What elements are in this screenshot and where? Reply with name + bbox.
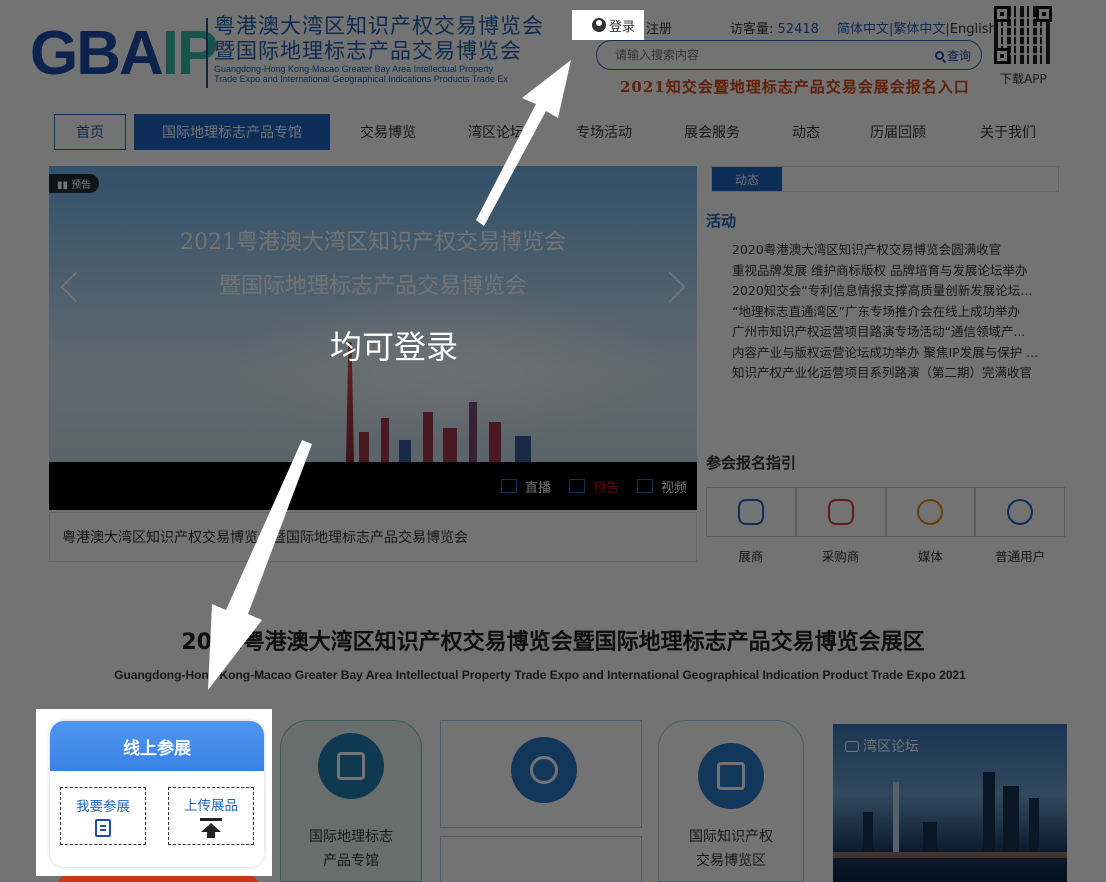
list-item[interactable]: 知识产权产业化运营项目系列路演（第二期）完满收官	[732, 363, 1062, 384]
media-video[interactable]: 视频	[636, 477, 687, 496]
live-icon	[500, 479, 517, 493]
media-live[interactable]: 直播	[500, 477, 551, 496]
media-icon	[917, 499, 944, 525]
patent-card-2[interactable]	[440, 836, 642, 882]
online-exhibit-title: 线上参展	[50, 721, 264, 771]
nav-trade-expo[interactable]: 交易博览	[356, 114, 420, 150]
qr-code-icon	[994, 6, 1052, 64]
upload-icon	[200, 818, 222, 838]
stack-icon	[698, 743, 764, 809]
media-preview[interactable]: 预告	[568, 477, 619, 496]
search-icon	[934, 50, 944, 60]
bay-forum-card[interactable]: 湾区论坛	[833, 724, 1067, 882]
main-nav: 首页 国际地理标志产品专馆 交易博览 湾区论坛 专场活动 展会服务 动态 历届回…	[0, 110, 1106, 154]
nav-past-review[interactable]: 历届回顾	[866, 114, 930, 150]
list-item[interactable]: 2020知交会“专利信息情报支撑高质量创新发展论坛...	[732, 281, 1062, 302]
logo-title-en-line2: Trade Expo and International Geographica…	[214, 74, 508, 84]
online-exhibit-card: 线上参展 我要参展 上传展品	[50, 721, 264, 867]
nav-expo-services[interactable]: 展会服务	[680, 114, 744, 150]
video-icon	[636, 479, 653, 493]
lang-english-link[interactable]: English	[950, 22, 997, 37]
logo-divider	[206, 18, 208, 88]
guide-label-exhibitor[interactable]: 展商	[706, 546, 796, 565]
bag-icon	[827, 499, 854, 525]
ip-trade-card[interactable]: 国际知识产权 交易博览区	[658, 720, 804, 882]
expo-section-subtitle: Guangdong-Hong Kong-Macao Greater Bay Ar…	[114, 668, 966, 682]
online-exhibit-panel: 线上参展 我要参展 上传展品	[36, 709, 272, 876]
search-input[interactable]	[615, 48, 935, 62]
document-icon	[95, 819, 111, 837]
nav-bay-forum[interactable]: 湾区论坛	[464, 114, 528, 150]
list-item[interactable]: “地理标志直通湾区”广东专场推介会在线上成功举办	[732, 302, 1062, 323]
banner-title-line1: 2021粤港澳大湾区知识产权交易博览会	[180, 230, 566, 255]
next-card-peek	[58, 876, 258, 882]
guide-icons	[706, 487, 1065, 537]
logo-title-en-line1: Guangdong-Hong Kong-Macao Greater Bay Ar…	[214, 64, 494, 74]
patent-card[interactable]	[440, 720, 642, 828]
banner-media-bar: 直播 预告 视频	[49, 462, 697, 510]
guide-buyer[interactable]	[795, 487, 886, 537]
list-item[interactable]: 重视品牌发展 维护商标版权 品牌培育与发展论坛举办	[732, 261, 1062, 282]
guide-exhibitor[interactable]	[706, 487, 796, 537]
news-list: 2020粤港澳大湾区知识产权交易博览会圆满收官 重视品牌发展 维护商标版权 品牌…	[732, 240, 1062, 384]
visits-label: 访客量:	[730, 22, 774, 37]
site-logo[interactable]: GBAIP	[30, 16, 218, 92]
expo-signup-link[interactable]: 2021知交会暨地理标志产品交易会展会报名入口	[620, 76, 970, 97]
site-header: GBAIP 粤港澳大湾区知识产权交易博览会 暨国际地理标志产品交易博览会 Gua…	[0, 0, 1106, 108]
list-item[interactable]: 广州市知识产权运营项目路演专场活动“通信领域产...	[732, 322, 1062, 343]
preview-badge: ▮▮ 预告	[49, 174, 100, 193]
news-tabs: 动态	[711, 166, 1059, 192]
skyline-graphic	[319, 372, 579, 462]
gi-pavilion-card[interactable]: 国际地理标志 产品专馆	[280, 720, 422, 882]
forum-tag: 湾区论坛	[845, 736, 919, 756]
users-icon	[1007, 499, 1034, 525]
logo-text: 粤港澳大湾区知识产权交易博览会 暨国际地理标志产品交易博览会 Guangdong…	[214, 14, 554, 84]
expo-section-title: 2021粤港澳大湾区知识产权交易博览会暨国际地理标志产品交易博览会展区	[181, 630, 925, 655]
annotation-text: 均可登录	[330, 328, 459, 366]
lang-simplified-link[interactable]: 简体中文|	[837, 22, 893, 37]
nav-special-events[interactable]: 专场活动	[572, 114, 636, 150]
guide-user[interactable]	[975, 487, 1065, 537]
hero-banner[interactable]: ▮▮ 预告 2021粤港澳大湾区知识产权交易博览会 暨国际地理标志产品交易博览会	[49, 166, 697, 462]
nav-about-us[interactable]: 关于我们	[976, 114, 1040, 150]
nav-news[interactable]: 动态	[788, 114, 824, 150]
search-bar: 查询	[596, 40, 982, 70]
guide-label-media[interactable]: 媒体	[886, 546, 976, 565]
tab-news[interactable]: 动态	[712, 167, 782, 191]
search-button[interactable]: 查询	[934, 47, 971, 64]
visitor-counter: 访客量: 52418 简体中文|繁体中文|English	[730, 18, 997, 37]
chat-icon	[845, 740, 859, 752]
register-link[interactable]: 注册	[646, 18, 672, 37]
news-heading[interactable]: 活动	[706, 210, 736, 231]
guide-label-user[interactable]: 普通用户	[975, 546, 1065, 565]
nav-home[interactable]: 首页	[54, 114, 126, 150]
list-item[interactable]: 内容产业与版权运营论坛成功举办 聚焦IP发展与保护 ...	[732, 343, 1062, 364]
login-link[interactable]: 登录	[572, 10, 644, 40]
user-icon	[592, 18, 606, 32]
chart-bars-icon: ▮▮	[57, 180, 72, 191]
nav-gi-pavilion[interactable]: 国际地理标志产品专馆	[134, 114, 330, 150]
preview-icon	[568, 479, 585, 493]
lang-traditional-link[interactable]: 繁体中文|	[893, 22, 949, 37]
guide-label-buyer[interactable]: 采购商	[796, 546, 886, 565]
banner-caption[interactable]: 粤港澳大湾区知识产权交易博览会暨国际地理标志产品交易博览会	[49, 512, 697, 562]
patent-icon	[511, 737, 577, 803]
logo-title-cn-line1: 粤港澳大湾区知识产权交易博览会	[214, 14, 544, 38]
gi-pavilion-icon	[318, 733, 384, 799]
apply-exhibit-button[interactable]: 我要参展	[60, 787, 146, 845]
download-app-label[interactable]: 下载APP	[1000, 70, 1047, 87]
visits-count: 52418	[777, 22, 819, 37]
banner-title-line2: 暨国际地理标志产品交易博览会	[218, 274, 527, 299]
upload-exhibit-button[interactable]: 上传展品	[168, 787, 254, 845]
list-item[interactable]: 2020粤港澳大湾区知识产权交易博览会圆满收官	[732, 240, 1062, 261]
guide-media[interactable]	[885, 487, 976, 537]
guide-labels: 展商 采购商 媒体 普通用户	[706, 546, 1065, 565]
guide-heading: 参会报名指引	[706, 454, 797, 472]
exhibitor-icon	[737, 499, 764, 525]
logo-title-cn-line2: 暨国际地理标志产品交易博览会	[214, 39, 522, 63]
